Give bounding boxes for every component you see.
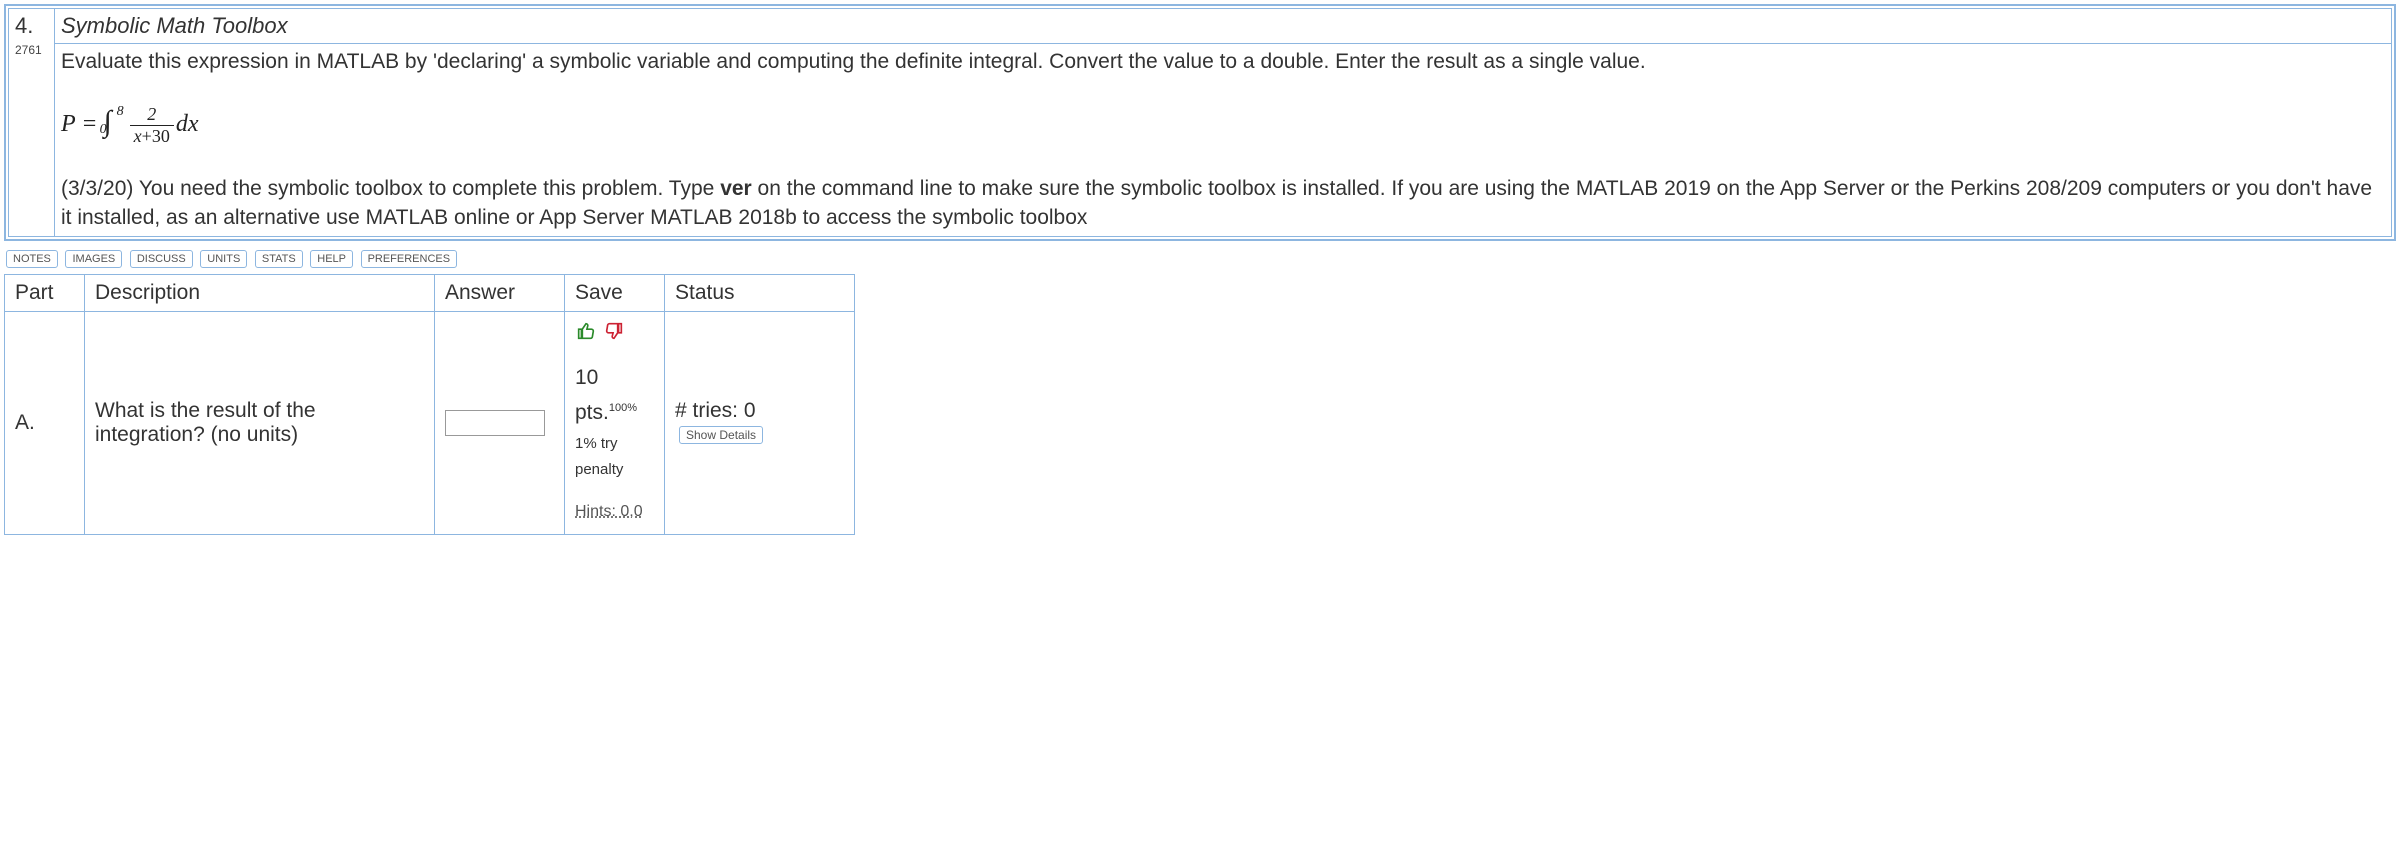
header-answer: Answer — [435, 275, 565, 312]
question-header-table: 4. 2761 Symbolic Math Toolbox Evaluate t… — [8, 8, 2392, 237]
integral-upper: 8 — [117, 104, 124, 120]
points-label: 10 pts. — [575, 366, 609, 425]
answer-cell — [435, 312, 565, 535]
integral: ∫08 — [103, 105, 127, 139]
tab-notes[interactable]: NOTES — [6, 250, 58, 268]
note-bold: ver — [720, 177, 752, 200]
question-body: Evaluate this expression in MATLAB by 'd… — [55, 44, 2392, 237]
answer-input[interactable] — [445, 410, 545, 436]
tab-images[interactable]: IMAGES — [65, 250, 122, 268]
points-percent: 100% — [609, 402, 637, 414]
part-label: A. — [5, 312, 85, 535]
tab-help[interactable]: HELP — [310, 250, 353, 268]
save-cell: 10 pts.100% 1% try penalty Hints: 0,0 — [565, 312, 665, 535]
question-number: 4. — [15, 13, 48, 39]
part-description: What is the result of the integration? (… — [85, 312, 435, 535]
question-container: 4. 2761 Symbolic Math Toolbox Evaluate t… — [4, 4, 2396, 241]
header-save: Save — [565, 275, 665, 312]
tab-preferences[interactable]: PREFERENCES — [361, 250, 458, 268]
answer-table-header-row: Part Description Answer Save Status — [5, 275, 855, 312]
tab-stats[interactable]: STATS — [255, 250, 303, 268]
question-id: 2761 — [15, 43, 48, 57]
thumbs-down-icon[interactable] — [603, 318, 625, 340]
question-number-cell: 4. 2761 — [9, 9, 55, 237]
formula-dx: dx — [176, 111, 199, 137]
question-note: (3/3/20) You need the symbolic toolbox t… — [61, 175, 2385, 232]
tries-label: # tries: 0 — [675, 399, 756, 422]
try-penalty: 1% try penalty — [575, 431, 654, 482]
header-part: Part — [5, 275, 85, 312]
tab-discuss[interactable]: DISCUSS — [130, 250, 193, 268]
thumbs-up-icon[interactable] — [575, 318, 597, 340]
note-pre: (3/3/20) You need the symbolic toolbox t… — [61, 177, 720, 200]
points-line: 10 pts.100% — [575, 360, 654, 431]
thumbs-row — [575, 318, 654, 354]
integral-lower: 0 — [100, 122, 107, 138]
header-status: Status — [665, 275, 855, 312]
fraction-numerator: 2 — [130, 104, 174, 126]
formula-lhs: P — [61, 111, 75, 137]
status-cell: # tries: 0 Show Details — [665, 312, 855, 535]
table-row: A. What is the result of the integration… — [5, 312, 855, 535]
question-title: Symbolic Math Toolbox — [55, 9, 2392, 44]
tabs-row: NOTES IMAGES DISCUSS UNITS STATS HELP PR… — [4, 241, 2396, 272]
answer-table: Part Description Answer Save Status A. W… — [4, 274, 855, 535]
tab-units[interactable]: UNITS — [200, 250, 247, 268]
show-details-button[interactable]: Show Details — [679, 426, 763, 444]
fraction-denominator: x+30 — [130, 126, 174, 147]
header-desc: Description — [85, 275, 435, 312]
question-formula: P = ∫082x+30dx — [61, 104, 2385, 147]
question-prompt: Evaluate this expression in MATLAB by 'd… — [61, 48, 2385, 76]
fraction: 2x+30 — [130, 104, 174, 147]
hints-link[interactable]: Hints: 0,0 — [575, 503, 643, 520]
